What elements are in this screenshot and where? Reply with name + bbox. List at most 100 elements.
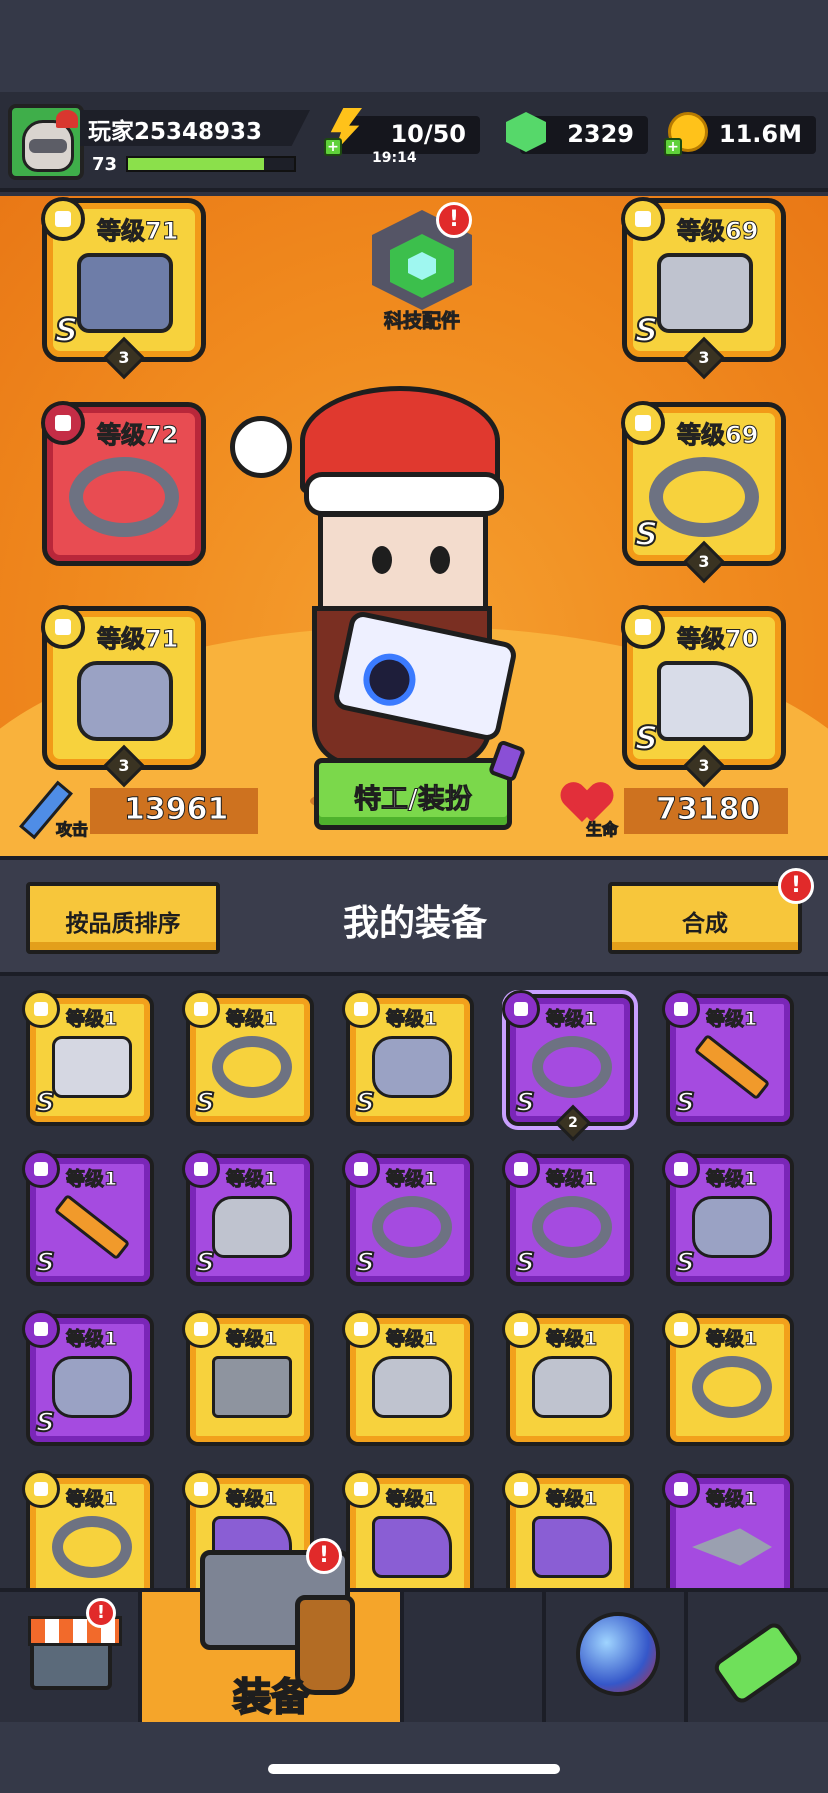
inventory-item[interactable]: 等级1 S [22,1310,154,1446]
item-level: 等级1 [705,1168,758,1191]
belt-icon [532,1036,612,1098]
equipped-slot-gloves[interactable]: 等级71 3 [41,605,206,788]
player-level: 73 [92,154,118,175]
attack-label: 攻击 [55,820,89,840]
item-level: 等级1 [65,1328,118,1351]
home-indicator[interactable] [268,1764,560,1774]
type-badge-icon [342,1150,380,1188]
blade-icon [693,1033,771,1101]
add-coin-icon[interactable]: + [664,138,682,156]
inventory-item[interactable]: 等级1 S [662,1150,794,1286]
equipped-slot-armor[interactable]: 等级69 S 3 [621,197,786,380]
blade-icon [53,1193,131,1261]
equipment-alert-badge: ! [306,1538,342,1574]
inventory-item[interactable]: 等级1 [342,1470,474,1590]
inventory-item[interactable]: 等级1 [342,1310,474,1446]
item-level: 等级1 [545,1488,598,1511]
santa-hat-icon [56,110,78,128]
blaster-icon [77,253,173,333]
star-belt-icon [52,1516,132,1578]
inventory-item[interactable]: 等级1 S [502,1150,634,1286]
agent-costume-button[interactable]: 特工/装扮 [314,739,527,830]
type-badge-icon [662,1150,700,1188]
revolver-icon [212,1356,292,1418]
add-energy-icon[interactable]: + [324,138,342,156]
hero-face [318,512,488,612]
orb-icon [576,1612,660,1696]
star-badge: 2 [554,1104,592,1142]
attack-value: 13961 [123,792,229,828]
equipment-header: 按品质排序 我的装备 合成 ! [0,856,828,976]
vest-icon [532,1356,612,1418]
tech-parts-button[interactable]: 科技配件 ! [366,202,478,333]
inventory-item[interactable]: 等级1 S [22,1150,154,1286]
equipped-slot-necklace[interactable]: 等级72 [41,401,206,566]
blaster-icon [52,1036,132,1098]
inventory-item[interactable]: 等级1 S [662,990,794,1126]
tab-dna[interactable] [688,1592,828,1722]
inventory-item[interactable]: 等级1 [22,1470,154,1590]
type-badge-icon [22,1150,60,1188]
xp-bar [126,156,296,172]
item-rank: S [515,1087,536,1119]
star-badge: 3 [682,540,726,584]
xp-fill [128,158,265,170]
boot-icon [657,661,753,741]
top-bar: 玩家25348933 73 10/50 + 19:14 2329 11.6M + [0,92,828,192]
item-level: 等级1 [225,1168,278,1191]
equipped-slot-boots[interactable]: 等级70 S 3 [621,605,786,788]
gauntlet-icon [372,1036,452,1098]
inventory-item[interactable]: 等级1 [502,1470,634,1590]
slot-rank: S [54,310,79,350]
inventory-grid: 等级1 S 等级1 S 等级1 S 等级1 S 2 等级1 S 等级1 S 等级1 S 等级1 S 等级1 S 等级1… [0,976,828,1590]
item-level: 等级1 [65,1168,118,1191]
equipped-slot-weapon[interactable]: 等级71 S 3 [41,197,206,380]
type-badge-icon [182,990,220,1028]
hero-area: 等级71 S 3 等级72 等级71 3 等级69 S 3 等级69 S 3 等… [0,196,828,856]
item-level: 等级1 [225,1488,278,1511]
tab-equipment[interactable]: ! 装备 [142,1538,404,1722]
spiked-collar-icon [69,457,179,537]
ring-icon [372,1196,452,1258]
item-level: 等级1 [705,1328,758,1351]
inventory-item[interactable]: 等级1 [662,1470,794,1590]
inventory-item[interactable]: 等级1 [182,1310,314,1446]
type-badge-icon [342,990,380,1028]
star-badge: 3 [102,336,146,380]
inventory-item[interactable]: 等级1 S [182,990,314,1126]
inventory-item[interactable]: 等级1 S 2 [502,990,638,1142]
tech-alert-badge: ! [436,202,472,238]
tab-shop[interactable]: ! [0,1592,142,1722]
type-badge-icon [182,1150,220,1188]
armor-icon [657,253,753,333]
player-avatar[interactable] [8,104,84,180]
kunai-icon [692,1528,772,1566]
type-badge-icon [502,1310,540,1348]
necklace-type-icon [41,401,85,445]
tab-heroes[interactable] [404,1592,546,1722]
game-screen: 玩家25348933 73 10/50 + 19:14 2329 11.6M +… [0,0,828,1793]
item-rank: S [675,1087,696,1119]
gauntlet-icon [52,1356,132,1418]
item-level: 等级1 [385,1488,438,1511]
star-badge: 3 [682,336,726,380]
merge-alert-badge: ! [778,868,814,904]
sort-by-quality-button[interactable]: 按品质排序 [26,882,220,954]
glove-type-icon [41,605,85,649]
inventory-item[interactable]: 等级1 S [342,990,474,1126]
inventory-item[interactable]: 等级1 [662,1310,794,1446]
slot-level: 等级70 [676,625,759,654]
tab-equipment-label: 装备 [232,1674,310,1720]
item-level: 等级1 [545,1008,598,1031]
merge-button[interactable]: 合成 [608,882,802,954]
armor-icon [212,1196,292,1258]
tab-orb[interactable] [546,1592,688,1722]
type-badge-icon [502,1150,540,1188]
equipped-slot-belt[interactable]: 等级69 S 3 [621,401,786,584]
item-level: 等级1 [225,1008,278,1031]
inventory-item[interactable]: 等级1 S [342,1150,474,1286]
slot-level: 等级69 [676,217,759,246]
inventory-item[interactable]: 等级1 S [22,990,154,1126]
inventory-item[interactable]: 等级1 [502,1310,634,1446]
inventory-item[interactable]: 等级1 S [182,1150,314,1286]
